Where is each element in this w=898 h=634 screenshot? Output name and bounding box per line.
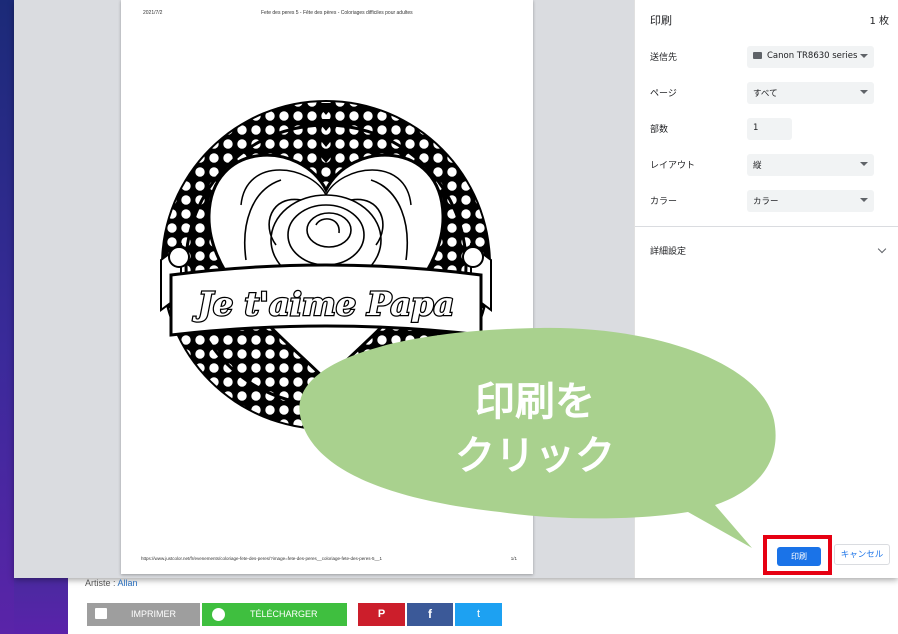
imprimer-button[interactable]: IMPRIMER xyxy=(87,603,200,626)
chevron-down-icon xyxy=(860,198,868,202)
cancel-button[interactable]: キャンセル xyxy=(834,544,890,565)
chevron-down-icon[interactable] xyxy=(877,244,887,254)
telecharger-button[interactable]: TÉLÉCHARGER xyxy=(202,603,347,626)
copies-input[interactable]: 1 xyxy=(747,118,792,140)
banner-text: Je t'aime Papa xyxy=(192,285,455,323)
callout-text: 印刷を クリック xyxy=(420,375,650,483)
pinterest-button[interactable]: P xyxy=(358,603,405,626)
settings-divider xyxy=(635,226,898,227)
copies-label: 部数 xyxy=(650,125,669,135)
printer-icon xyxy=(95,608,107,619)
page-background-strip xyxy=(14,578,68,634)
pages-value: すべて xyxy=(753,89,778,99)
print-button[interactable]: 印刷 xyxy=(777,547,821,566)
pages-label: ページ xyxy=(650,89,677,99)
download-icon xyxy=(212,608,225,621)
destination-row: 送信先 Canon TR8630 series xyxy=(650,46,889,68)
color-select[interactable]: カラー xyxy=(747,190,874,212)
sheet-count: 1 枚 xyxy=(869,16,889,27)
printer-icon xyxy=(753,52,762,59)
artist-credit: Artiste : Allan xyxy=(85,578,138,588)
preview-sheet: 2021/7/2 Fete des peres 5 - Fête des pèr… xyxy=(121,0,533,574)
twitter-icon: t xyxy=(476,608,481,620)
artist-link[interactable]: Allan xyxy=(118,578,138,588)
layout-row: レイアウト 縦 xyxy=(650,154,889,176)
page-background-left xyxy=(0,0,14,634)
sheet-url: https://www.justcolor.net/fr/evenements/… xyxy=(141,556,383,561)
color-row: カラー カラー xyxy=(650,190,889,212)
pages-row: ページ すべて xyxy=(650,82,889,104)
sheet-title: Fete des peres 5 - Fête des pères - Colo… xyxy=(261,10,413,16)
pages-select[interactable]: すべて xyxy=(747,82,874,104)
chevron-down-icon xyxy=(860,162,868,166)
layout-select[interactable]: 縦 xyxy=(747,154,874,176)
sheet-date: 2021/7/2 xyxy=(143,10,163,16)
imprimer-label: IMPRIMER xyxy=(131,609,176,619)
chevron-down-icon xyxy=(860,90,868,94)
print-settings-panel: 印刷 1 枚 送信先 Canon TR8630 series ページ すべて 部… xyxy=(634,0,898,578)
advanced-settings-toggle[interactable]: 詳細設定 xyxy=(650,244,686,257)
pinterest-icon: P xyxy=(377,608,386,620)
twitter-button[interactable]: t xyxy=(455,603,502,626)
print-title: 印刷 xyxy=(650,14,672,27)
print-button-highlight: 印刷 xyxy=(763,535,832,575)
color-label: カラー xyxy=(650,197,678,207)
color-value: カラー xyxy=(753,197,779,207)
destination-label: 送信先 xyxy=(650,53,678,63)
telecharger-label: TÉLÉCHARGER xyxy=(250,609,318,619)
facebook-button[interactable]: f xyxy=(407,603,453,626)
layout-value: 縦 xyxy=(753,161,762,171)
destination-value: Canon TR8630 series xyxy=(767,51,858,61)
print-preview-pane: 2021/7/2 Fete des peres 5 - Fête des pèr… xyxy=(14,0,634,578)
destination-select[interactable]: Canon TR8630 series xyxy=(747,46,874,68)
print-dialog: 2021/7/2 Fete des peres 5 - Fête des pèr… xyxy=(14,0,898,578)
callout-line-1: 印刷を xyxy=(475,379,595,425)
chevron-down-icon xyxy=(860,54,868,58)
sheet-page-number: 1/1 xyxy=(510,556,517,561)
facebook-icon: f xyxy=(428,607,432,621)
callout-line-2: クリック xyxy=(455,433,615,479)
artist-label: Artiste : xyxy=(85,578,116,588)
copies-row: 部数 1 xyxy=(650,118,889,140)
layout-label: レイアウト xyxy=(650,161,696,171)
